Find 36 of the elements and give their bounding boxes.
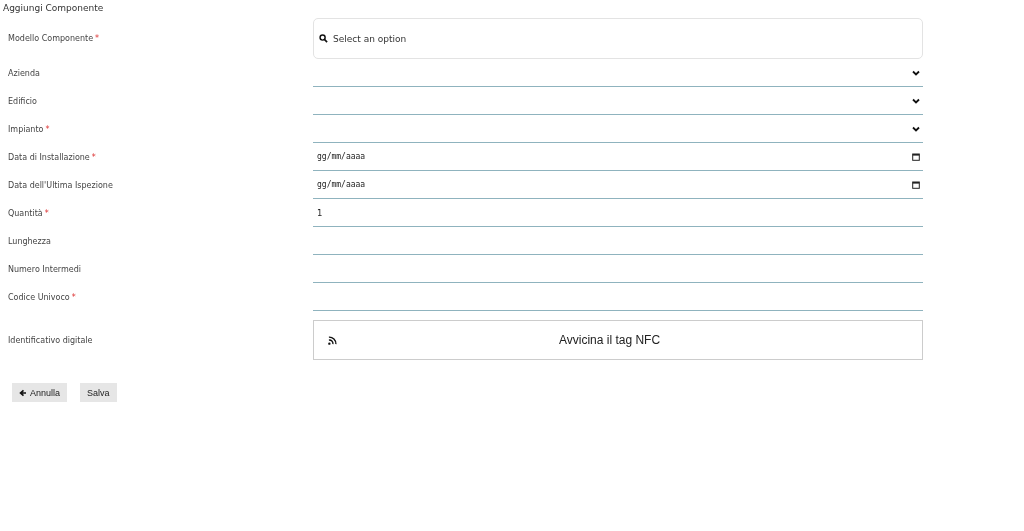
chevron-down-icon	[912, 69, 920, 76]
cancel-button[interactable]: Annulla	[12, 383, 68, 402]
calendar-icon	[912, 180, 920, 189]
field-label: Data di Installazione	[8, 152, 90, 162]
chevron-down-icon	[912, 125, 920, 132]
save-button[interactable]: Salva	[80, 383, 117, 402]
chevron-down-icon	[912, 97, 920, 104]
field-label: Impianto	[8, 124, 44, 134]
page-title: Aggiungi Componente	[3, 3, 105, 15]
required-mark: *	[95, 34, 100, 43]
required-mark: *	[45, 124, 50, 134]
select-placeholder: Select an option	[333, 33, 407, 44]
field-label: Edificio	[8, 96, 37, 106]
field-label: Quantità	[8, 208, 43, 218]
field-label: Codice Univoco	[8, 292, 70, 302]
input-field[interactable]: 1	[313, 199, 923, 227]
field-label: Lunghezza	[8, 236, 51, 246]
required-mark: *	[91, 152, 96, 162]
field-label: Data dell'Ultima Ispezione	[8, 180, 113, 190]
date-placeholder: gg/mm/aaaa	[317, 152, 366, 161]
date-placeholder: gg/mm/aaaa	[317, 180, 366, 189]
field-label: Numero Intermedi	[8, 264, 81, 274]
field-label: Identificativo digitale	[8, 335, 93, 345]
required-mark: *	[44, 208, 49, 218]
calendar-icon	[912, 152, 920, 161]
required-mark: *	[71, 292, 76, 302]
field-label: Modello Componente	[8, 34, 94, 43]
search-icon	[319, 34, 328, 43]
arrow-left-icon	[19, 388, 27, 397]
nfc-panel[interactable]: Avvicina il tag NFC	[313, 320, 923, 360]
rss-icon	[328, 335, 337, 345]
date-field[interactable]: gg/mm/aaaa	[313, 143, 923, 171]
select-field[interactable]: Select an option	[313, 18, 923, 59]
nfc-prompt: Avvicina il tag NFC	[557, 333, 662, 347]
date-field[interactable]: gg/mm/aaaa	[313, 171, 923, 199]
field-label: Azienda	[8, 68, 40, 78]
